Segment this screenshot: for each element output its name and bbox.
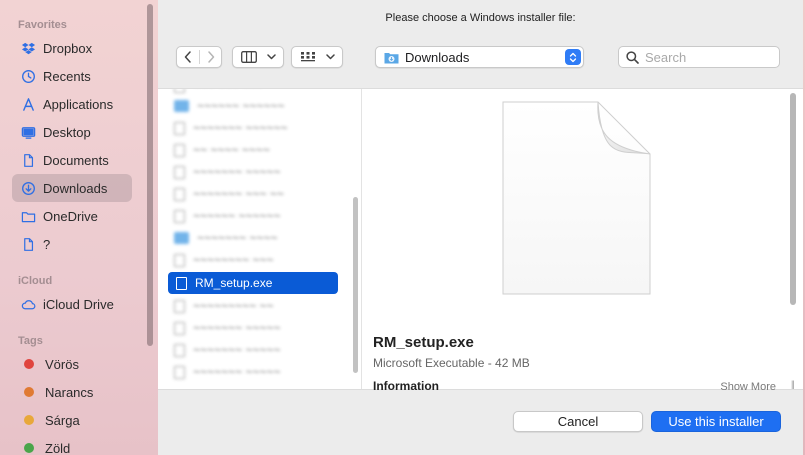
yellow-tag-dot-icon xyxy=(24,415,34,425)
search-input[interactable] xyxy=(645,49,775,65)
preview-file-name: RM_setup.exe xyxy=(373,334,474,351)
document-preview-icon xyxy=(502,101,651,295)
sidebar-item-onedrive[interactable]: OneDrive xyxy=(12,202,132,230)
location-label: Downloads xyxy=(405,49,470,65)
nav-buttons xyxy=(176,46,222,68)
red-tag-dot-icon xyxy=(24,359,34,369)
document-icon xyxy=(21,153,36,168)
group-by-button[interactable] xyxy=(291,46,343,68)
use-installer-button[interactable]: Use this installer xyxy=(651,411,781,432)
dropbox-icon xyxy=(21,41,36,56)
chevron-down-icon xyxy=(266,54,276,60)
file-row[interactable]: ~~~~~~~ ~~~~~ xyxy=(168,339,338,361)
file-row-selected[interactable]: RM_setup.exe xyxy=(168,272,338,294)
sidebar-item-applications[interactable]: Applications xyxy=(12,90,132,118)
sidebar-item-label: Recents xyxy=(43,68,91,84)
search-icon xyxy=(626,50,639,64)
sidebar-item-label: ? xyxy=(43,236,51,252)
green-tag-dot-icon xyxy=(24,443,34,453)
file-browser: ~~~ ~~~ ~~~ ~~~ ~~~ ~~~~ ~~ ~~~~ ~~ ~ ~~~ ~~~… xyxy=(158,88,803,393)
sidebar-tag-orange[interactable]: Narancs xyxy=(12,378,132,406)
download-icon xyxy=(21,181,36,196)
back-button[interactable] xyxy=(177,47,199,67)
file-row[interactable]: ~~~~~~~ ~~~~~ xyxy=(168,317,338,339)
popup-stepper-icon xyxy=(565,49,581,65)
columns-view-icon xyxy=(240,51,257,63)
sidebar-item-label: Documents xyxy=(43,152,109,168)
folder-icon xyxy=(21,209,36,224)
file-row[interactable]: ~~~~~~~ ~~~~ xyxy=(168,227,338,249)
forward-button[interactable] xyxy=(200,47,222,67)
location-select[interactable]: Downloads xyxy=(375,46,584,68)
show-more-link[interactable]: Show More xyxy=(720,381,776,393)
sidebar-item-label: Downloads xyxy=(43,180,108,196)
sidebar-item-unknown[interactable]: ? xyxy=(12,230,132,258)
preview-pane: RM_setup.exe Microsoft Executable - 42 M… xyxy=(362,89,803,393)
file-row[interactable]: ~~~~~~ ~~~~~~ xyxy=(168,205,338,227)
sidebar-item-label: iCloud Drive xyxy=(43,296,114,312)
clock-icon xyxy=(21,69,36,84)
applications-icon xyxy=(21,97,36,112)
document-icon xyxy=(21,237,36,252)
desktop-icon xyxy=(21,125,36,140)
file-list-column: ~~~ ~~~ ~~~ ~~~ ~~~ ~~~~ ~~ ~~~~ ~~ ~ ~~~ ~~~… xyxy=(158,89,361,389)
tags-header: Tags xyxy=(18,335,43,347)
sidebar-tag-red[interactable]: Vörös xyxy=(12,350,132,378)
sidebar-item-label: Applications xyxy=(43,96,114,112)
sidebar-item-documents[interactable]: Documents xyxy=(12,146,132,174)
view-mode-button[interactable] xyxy=(232,46,284,68)
file-row[interactable]: ~~~~~~ ~~~~~~ xyxy=(168,95,338,117)
file-list-scrollbar[interactable] xyxy=(353,197,358,373)
file-row[interactable]: ~~~~~~~~~ ~~ xyxy=(168,295,338,317)
sidebar-scrollbar[interactable] xyxy=(147,4,153,346)
chevron-down-icon xyxy=(325,54,335,60)
chevron-left-icon xyxy=(184,51,191,63)
file-row[interactable]: ~~~~~~~~ ~~~ xyxy=(168,249,338,271)
sidebar-item-recents[interactable]: Recents xyxy=(12,62,132,90)
file-row[interactable]: ~~~~~~~ ~~~~~ xyxy=(168,361,338,383)
grid-group-icon xyxy=(300,52,315,62)
cancel-button[interactable]: Cancel xyxy=(513,411,643,432)
sidebar: Favorites Dropbox Recents Applications D… xyxy=(0,0,158,455)
preview-information-header: Information xyxy=(373,379,439,393)
preview-scrollbar[interactable] xyxy=(790,93,796,305)
search-field[interactable] xyxy=(618,46,780,68)
file-icon xyxy=(176,276,187,290)
resize-grip-icon[interactable]: || xyxy=(791,379,795,389)
file-row[interactable]: ~~~~~~~ ~~~~~ xyxy=(168,161,338,183)
favorites-header: Favorites xyxy=(18,19,67,31)
sidebar-item-label: Desktop xyxy=(43,124,91,140)
sidebar-tag-yellow[interactable]: Sárga xyxy=(12,406,132,434)
orange-tag-dot-icon xyxy=(24,387,34,397)
sidebar-item-label: Dropbox xyxy=(43,40,93,56)
sidebar-item-downloads[interactable]: Downloads xyxy=(12,174,132,202)
file-row[interactable]: ~~~~~~~ ~~~ ~~ xyxy=(168,183,338,205)
preview-file-kind: Microsoft Executable - 42 MB xyxy=(373,356,530,370)
sidebar-item-label: OneDrive xyxy=(43,208,98,224)
sidebar-item-label: Zöld xyxy=(45,440,71,455)
file-row[interactable]: ~~~~~~~ ~~~~~~ xyxy=(168,117,338,139)
file-row[interactable]: ~~ ~~~~ ~~~~ xyxy=(168,139,338,161)
sidebar-item-label: Vörös xyxy=(45,356,79,372)
cloud-icon xyxy=(21,297,36,312)
sidebar-item-desktop[interactable]: Desktop xyxy=(12,118,132,146)
sidebar-item-label: Sárga xyxy=(45,412,80,428)
downloads-folder-icon xyxy=(384,52,399,63)
sidebar-item-label: Narancs xyxy=(45,384,94,400)
dialog-title: Please choose a Windows installer file: xyxy=(385,12,576,24)
sidebar-item-dropbox[interactable]: Dropbox xyxy=(12,34,132,62)
open-dialog: Please choose a Windows installer file: … xyxy=(158,0,803,455)
chevron-right-icon xyxy=(208,51,215,63)
icloud-header: iCloud xyxy=(18,275,53,287)
sidebar-item-icloud-drive[interactable]: iCloud Drive xyxy=(12,290,132,318)
sidebar-tag-green[interactable]: Zöld xyxy=(12,434,132,455)
selected-file-name: RM_setup.exe xyxy=(195,276,273,290)
